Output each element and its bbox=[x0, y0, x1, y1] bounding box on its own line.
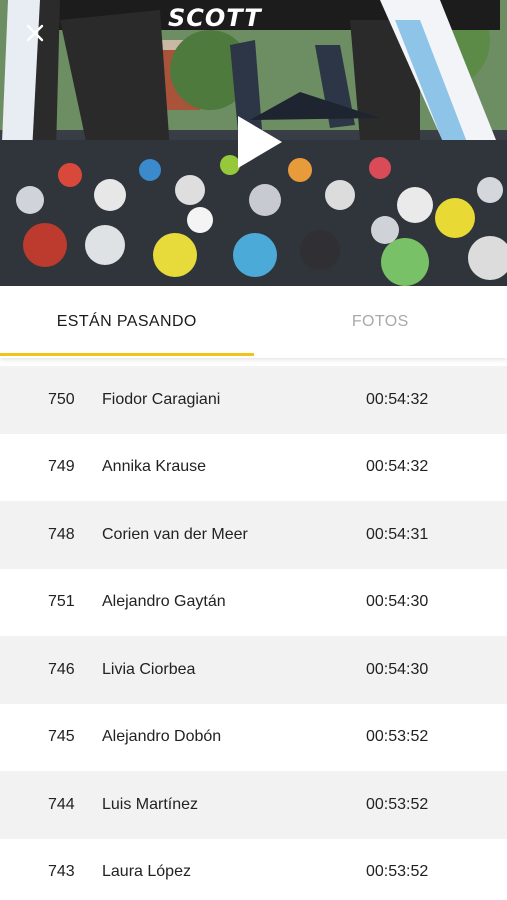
rider-name: Laura López bbox=[102, 863, 191, 881]
rider-number: 750 bbox=[48, 390, 75, 408]
tab-bar: ESTÁN PASANDO FOTOS bbox=[0, 286, 507, 358]
rider-number: 749 bbox=[48, 458, 75, 476]
rider-number: 743 bbox=[48, 863, 75, 881]
rider-number: 746 bbox=[48, 660, 75, 678]
rider-number: 751 bbox=[48, 593, 75, 611]
play-icon bbox=[238, 116, 282, 168]
list-item[interactable]: 748 Corien van der Meer 00:54:31 bbox=[0, 501, 507, 569]
rider-number: 748 bbox=[48, 525, 75, 543]
rider-number: 745 bbox=[48, 728, 75, 746]
play-button[interactable] bbox=[230, 112, 286, 172]
video-hero[interactable]: SCOTT bbox=[0, 0, 507, 286]
rider-name: Corien van der Meer bbox=[102, 525, 248, 543]
list-item[interactable]: 749 Annika Krause 00:54:32 bbox=[0, 434, 507, 502]
rider-time: 00:54:31 bbox=[366, 525, 429, 543]
list-item[interactable]: 745 Alejandro Dobón 00:53:52 bbox=[0, 704, 507, 772]
tab-estan-pasando[interactable]: ESTÁN PASANDO bbox=[0, 286, 254, 358]
rider-time: 00:53:52 bbox=[366, 728, 429, 746]
rider-number: 744 bbox=[48, 795, 75, 813]
list-item[interactable]: 744 Luis Martínez 00:53:52 bbox=[0, 771, 507, 839]
riders-list: 750 Fiodor Caragiani 00:54:32 749 Annika… bbox=[0, 366, 507, 900]
list-item[interactable]: 750 Fiodor Caragiani 00:54:32 bbox=[0, 366, 507, 434]
list-item[interactable]: 751 Alejandro Gaytán 00:54:30 bbox=[0, 569, 507, 637]
list-item[interactable]: 743 Laura López 00:53:52 bbox=[0, 839, 507, 900]
close-button[interactable] bbox=[22, 20, 48, 46]
sponsor-banner: SCOTT bbox=[168, 4, 262, 32]
list-item[interactable]: 746 Livia Ciorbea 00:54:30 bbox=[0, 636, 507, 704]
rider-name: Livia Ciorbea bbox=[102, 660, 196, 678]
tab-label: FOTOS bbox=[351, 313, 409, 330]
rider-name: Fiodor Caragiani bbox=[102, 390, 221, 408]
tab-label: ESTÁN PASANDO bbox=[56, 313, 197, 330]
rider-time: 00:54:30 bbox=[366, 660, 429, 678]
rider-name: Annika Krause bbox=[102, 458, 207, 476]
sponsor-banner-text: SCOTT bbox=[168, 4, 262, 32]
rider-name: Alejandro Dobón bbox=[102, 728, 222, 746]
rider-time: 00:54:32 bbox=[366, 390, 429, 408]
rider-name: Alejandro Gaytán bbox=[102, 593, 226, 611]
tab-fotos[interactable]: FOTOS bbox=[254, 286, 507, 358]
rider-time: 00:53:52 bbox=[366, 863, 429, 881]
active-tab-indicator bbox=[0, 353, 254, 356]
rider-time: 00:53:52 bbox=[366, 795, 429, 813]
rider-time: 00:54:30 bbox=[366, 593, 429, 611]
rider-time: 00:54:32 bbox=[366, 458, 429, 476]
rider-name: Luis Martínez bbox=[102, 795, 199, 813]
close-icon bbox=[26, 24, 44, 42]
